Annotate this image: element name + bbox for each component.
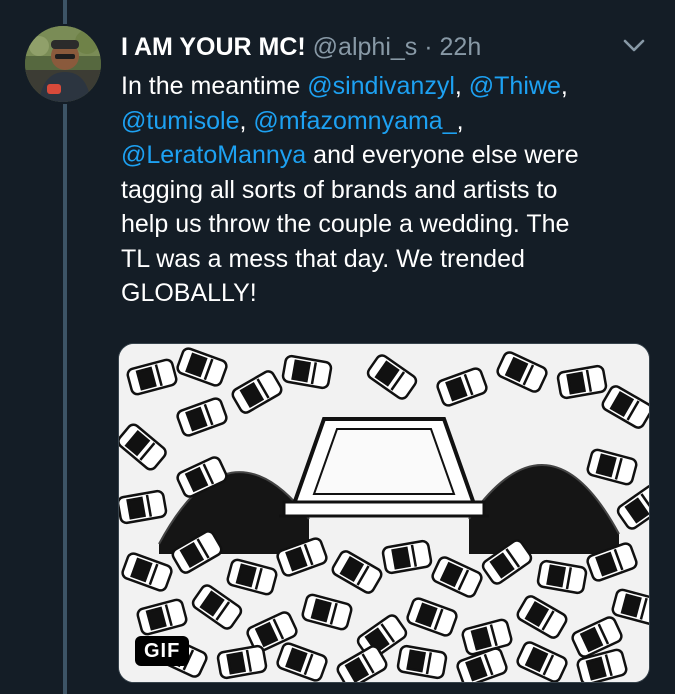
separator-dot: · xyxy=(424,33,433,61)
text-segment: In the meantime xyxy=(121,72,308,100)
tweet-text-line: @LeratoMannya and everyone else were xyxy=(121,138,651,173)
display-name[interactable]: I AM YOUR MC! xyxy=(121,33,306,61)
gif-badge: GIF xyxy=(135,636,190,666)
tweet-text-line: In the meantime @sindivanzyl, @Thiwe, xyxy=(121,69,651,104)
mention-link[interactable]: @sindivanzyl xyxy=(307,72,455,100)
tweet-text: In the meantime @sindivanzyl, @Thiwe, @tu… xyxy=(121,69,651,311)
tweet-text-line: help us throw the couple a wedding. The xyxy=(121,207,651,242)
mention-link[interactable]: @LeratoMannya xyxy=(121,141,306,169)
tweet-text-line: tagging all sorts of brands and artists … xyxy=(121,173,651,208)
text-segment: and everyone else were xyxy=(306,141,579,169)
text-segment: help us throw the couple a wedding. The xyxy=(121,210,570,238)
tweet-text-line: GLOBALLY! xyxy=(121,276,651,311)
user-handle[interactable]: @alphi_s xyxy=(313,33,418,61)
chevron-down-icon[interactable] xyxy=(622,36,646,56)
mention-link[interactable]: @Thiwe xyxy=(469,72,561,100)
gif-image xyxy=(119,344,649,682)
timestamp[interactable]: 22h xyxy=(440,33,482,61)
mention-link[interactable]: @tumisole xyxy=(121,107,239,135)
text-segment: TL was a mess that day. We trended xyxy=(121,244,525,273)
tweet-media-gif[interactable]: GIF xyxy=(118,343,650,683)
avatar[interactable] xyxy=(25,26,101,102)
tweet-text-line: TL was a mess that day. We trended xyxy=(121,242,651,277)
text-segment: , xyxy=(454,72,469,100)
text-segment: , xyxy=(239,106,254,135)
thread-line-top xyxy=(63,0,67,24)
text-segment: tagging all sorts of brands and artists … xyxy=(121,175,558,204)
thread-line-bottom xyxy=(63,104,67,694)
mention-link[interactable]: @mfazomnyama_ xyxy=(253,107,456,135)
text-segment: , xyxy=(560,72,568,100)
text-segment: GLOBALLY! xyxy=(121,279,257,307)
avatar-photo xyxy=(25,26,101,102)
tweet-text-line: @tumisole, @mfazomnyama_, xyxy=(121,104,651,139)
tweet-header: I AM YOUR MC! @alphi_s · 22h xyxy=(121,32,481,62)
text-segment: , xyxy=(456,106,464,135)
